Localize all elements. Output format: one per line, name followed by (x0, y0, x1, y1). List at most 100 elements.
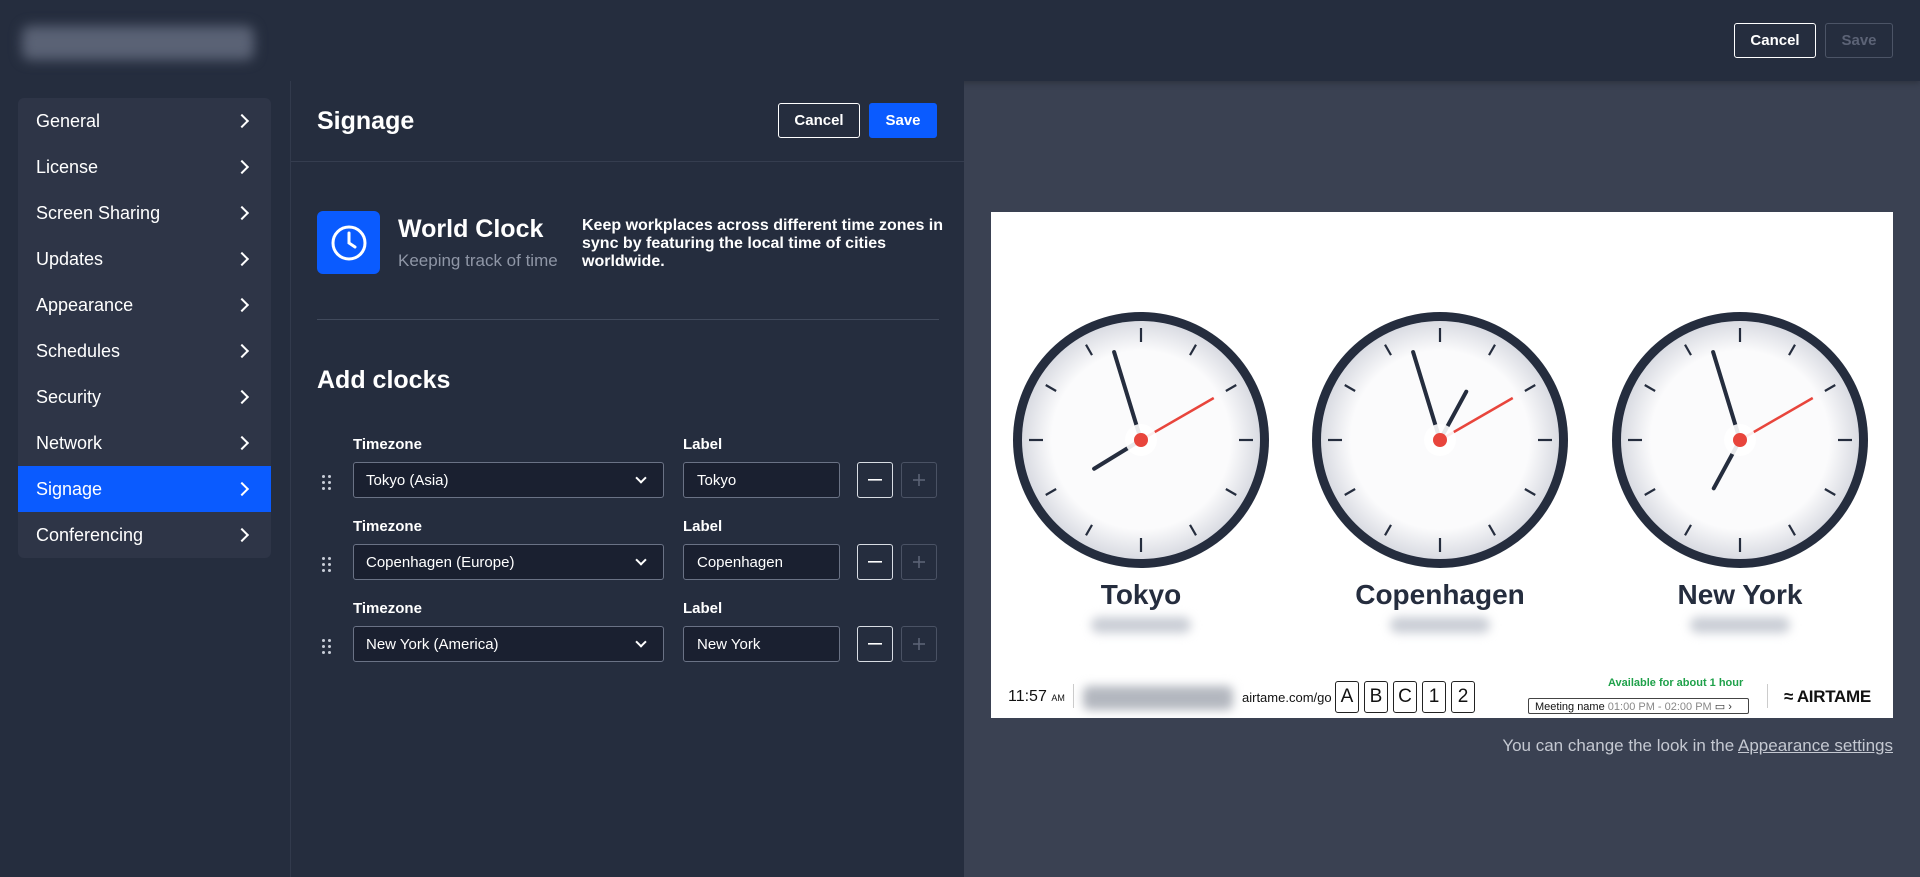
clock-city-name: New York (1677, 579, 1803, 610)
minus-icon (868, 479, 882, 481)
timezone-select[interactable]: New York (America) (353, 626, 664, 662)
join-code-char: C (1393, 681, 1417, 713)
settings-sidebar: General License Screen Sharing Updates Appea… (18, 98, 271, 558)
label-label: Label (683, 436, 723, 453)
world-clock-app-icon (317, 211, 380, 274)
panel-header: Signage Cancel Save (291, 81, 964, 162)
chevron-right-icon (234, 481, 250, 497)
appearance-settings-link[interactable]: Appearance settings (1738, 736, 1893, 755)
header-cancel-button[interactable]: Cancel (1734, 23, 1816, 58)
add-clock-button[interactable] (901, 544, 937, 580)
join-code-char: 1 (1422, 681, 1446, 713)
timezone-value: Copenhagen (Europe) (366, 554, 515, 571)
chevron-right-icon (234, 113, 250, 129)
plus-icon (913, 638, 925, 650)
remove-clock-button[interactable] (857, 544, 893, 580)
clock-label-input[interactable] (683, 626, 840, 662)
remove-clock-button[interactable] (857, 626, 893, 662)
minus-icon (868, 643, 882, 645)
sidebar-item-label: Conferencing (36, 524, 144, 545)
clock-date-blurred (1390, 617, 1490, 633)
clock-icon (331, 225, 366, 260)
sidebar-item-conferencing[interactable]: Conferencing (18, 512, 271, 558)
sidebar-item-screen-sharing[interactable]: Screen Sharing (18, 190, 271, 236)
analog-clock (1306, 306, 1574, 579)
label-label: Label (683, 600, 723, 617)
timezone-value: Tokyo (Asia) (366, 472, 449, 489)
header-save-button[interactable]: Save (1825, 23, 1893, 58)
clock-date-blurred (1690, 617, 1790, 633)
chevron-right-icon (234, 251, 250, 267)
drag-handle-icon[interactable] (322, 557, 332, 573)
add-clock-button[interactable] (901, 626, 937, 662)
sidebar-item-appearance[interactable]: Appearance (18, 282, 271, 328)
chevron-right-icon (234, 527, 250, 543)
sidebar-item-license[interactable]: License (18, 144, 271, 190)
timezone-select[interactable]: Copenhagen (Europe) (353, 544, 664, 580)
sidebar-item-label: General (36, 110, 101, 131)
divider (317, 319, 939, 320)
footer-separator (1073, 684, 1074, 708)
clock-center (1433, 433, 1447, 447)
analog-clock (1606, 306, 1874, 579)
footer-blurred-name (1083, 686, 1233, 710)
drag-handle-icon[interactable] (322, 475, 332, 491)
sidebar-item-signage[interactable]: Signage (18, 466, 271, 512)
top-bar: Cancel Save (0, 0, 1920, 81)
footer-url: airtame.com/go (1242, 690, 1332, 705)
sidebar-item-label: Schedules (36, 340, 121, 361)
sidebar-item-label: Security (36, 386, 102, 407)
app-description: Keep workplaces across different time zo… (582, 217, 944, 270)
chevron-down-icon (635, 636, 647, 648)
minus-icon (868, 561, 882, 563)
clock-label-input[interactable] (683, 544, 840, 580)
chevron-down-icon (635, 472, 647, 484)
meeting-info: Meeting name 01:00 PM - 02:00 PM ▭ › (1528, 698, 1749, 714)
clock-face (1013, 312, 1269, 568)
sidebar-item-label: Signage (36, 478, 103, 499)
chevron-right-icon (234, 435, 250, 451)
chevron-right-icon (234, 389, 250, 405)
footer-time: 11:57 AM (1008, 688, 1065, 705)
clock-row: Timezone Label Copenhagen (Europe) (317, 518, 953, 600)
clock-face (1312, 312, 1568, 568)
chevron-right-icon (234, 159, 250, 175)
preview-footer: 11:57 AM airtame.com/go ABC12 Available … (991, 674, 1893, 718)
sidebar-item-general[interactable]: General (18, 98, 271, 144)
clock-face (1612, 312, 1868, 568)
analog-clock (1007, 306, 1275, 579)
appearance-note: You can change the look in the Appearanc… (1502, 736, 1893, 755)
add-clock-button[interactable] (901, 462, 937, 498)
sidebar-item-updates[interactable]: Updates (18, 236, 271, 282)
join-code-char: B (1364, 681, 1388, 713)
label-label: Label (683, 518, 723, 535)
sidebar-item-schedules[interactable]: Schedules (18, 328, 271, 374)
add-clocks-title: Add clocks (317, 366, 451, 394)
clock-label-input[interactable] (683, 462, 840, 498)
sidebar-item-security[interactable]: Security (18, 374, 271, 420)
sidebar-item-label: Network (36, 432, 103, 453)
sidebar-item-label: License (36, 156, 99, 177)
clock-city-name: Tokyo (1100, 579, 1182, 610)
chevron-right-icon (234, 343, 250, 359)
plus-icon (913, 556, 925, 568)
sidebar-item-network[interactable]: Network (18, 420, 271, 466)
signage-preview: 11:57 AM airtame.com/go ABC12 Available … (991, 212, 1893, 718)
drag-handle-icon[interactable] (322, 639, 332, 655)
chevron-right-icon (234, 205, 250, 221)
clock-row: Timezone Label Tokyo (Asia) (317, 436, 953, 518)
timezone-select[interactable]: Tokyo (Asia) (353, 462, 664, 498)
clock-city-name: Copenhagen (1355, 579, 1525, 610)
plus-icon (913, 474, 925, 486)
clock-row: Timezone Label New York (America) (317, 600, 953, 682)
timezone-label: Timezone (353, 436, 422, 453)
sidebar-item-label: Screen Sharing (36, 202, 161, 223)
panel-save-button[interactable]: Save (869, 103, 937, 138)
app-title: World Clock (398, 215, 544, 243)
panel-cancel-button[interactable]: Cancel (778, 103, 860, 138)
join-code-char: A (1335, 681, 1359, 713)
remove-clock-button[interactable] (857, 462, 893, 498)
app-subtitle: Keeping track of time (398, 251, 558, 270)
chevron-right-icon (234, 297, 250, 313)
footer-separator (1767, 684, 1768, 708)
